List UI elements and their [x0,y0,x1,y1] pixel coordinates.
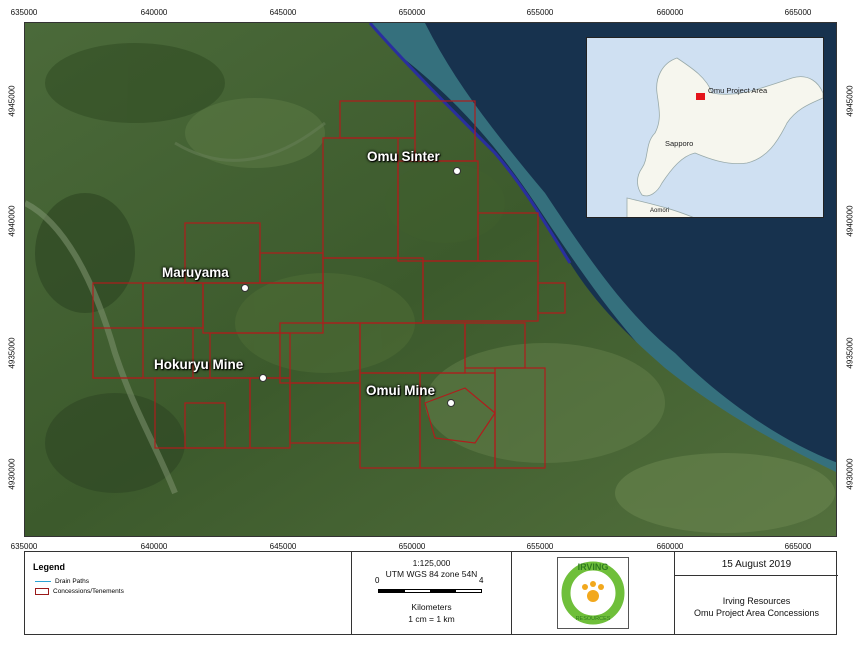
legend-label: Concessions/Tenements [53,588,124,595]
y-label: 4935000 [845,337,855,369]
legend-panel: Legend Drain Paths Concessions/Tenements [25,552,352,634]
map-footer: Legend Drain Paths Concessions/Tenements… [24,551,838,635]
concession-swatch [35,588,49,595]
x-label: 665000 [784,8,812,17]
place-marker-maruyama[interactable] [241,284,249,292]
x-label: 650000 [398,542,426,551]
x-label: 645000 [269,8,297,17]
x-label: 660000 [656,8,684,17]
scale-conversion: 1 cm = 1 km [408,614,455,624]
x-label: 640000 [140,8,168,17]
scale-ratio: 1:125,000 [412,558,451,568]
legend-item-drain-paths: Drain Paths [35,578,89,585]
scale-units: Kilometers [411,602,452,612]
logo-subtext: RESOURCES [575,616,611,622]
inset-label-sapporo: Sapporo [665,139,694,148]
x-label: 645000 [269,542,297,551]
inset-label-project: Omu Project Area [708,86,768,95]
company-name: Irving Resources [722,596,791,606]
logo-panel: IRVING RESOURCES [512,552,675,634]
hokkaido-outline [626,57,823,217]
y-label: 4930000 [7,458,17,490]
scale-panel: 1:125,000 UTM WGS 84 zone 54N 0 4 Kilome… [352,552,512,634]
irving-logo: IRVING RESOURCES [557,557,629,629]
scale-tick-start: 0 [375,576,380,585]
x-label: 635000 [10,542,38,551]
y-label: 4945000 [7,85,17,117]
x-label: 665000 [784,542,812,551]
place-label-hokuryu-mine: Hokuryu Mine [154,357,244,372]
place-marker-omu-sinter[interactable] [453,167,461,175]
x-label: 655000 [526,542,554,551]
place-marker-hokuryu-mine[interactable] [259,374,267,382]
project-area-marker [696,93,705,100]
legend-title: Legend [33,562,66,572]
place-label-omui-mine: Omui Mine [366,383,436,398]
place-label-omu-sinter: Omu Sinter [367,149,440,164]
x-label: 640000 [140,542,168,551]
inset-map: Omu Project Area Sapporo Aomori [586,37,824,218]
place-marker-omui-mine[interactable] [447,399,455,407]
x-label: 660000 [656,542,684,551]
y-label: 4930000 [845,458,855,490]
map-title: Omu Project Area Concessions [693,608,820,618]
map-date: 15 August 2019 [721,559,792,570]
y-label: 4945000 [845,85,855,117]
legend-label: Drain Paths [55,578,89,585]
place-label-maruyama: Maruyama [162,265,229,280]
scale-bar [378,589,482,593]
logo-text: IRVING [577,562,609,572]
inset-label-aomori: Aomori [650,208,670,214]
y-label: 4940000 [845,205,855,237]
legend-item-concessions: Concessions/Tenements [35,588,124,595]
drain-path-swatch [35,581,51,582]
info-panel: 15 August 2019 Irving Resources Omu Proj… [675,552,838,634]
y-label: 4935000 [7,337,17,369]
x-label: 655000 [526,8,554,17]
y-label: 4940000 [7,205,17,237]
scale-tick-end: 4 [479,576,484,585]
x-label: 650000 [398,8,426,17]
x-label: 635000 [10,8,38,17]
